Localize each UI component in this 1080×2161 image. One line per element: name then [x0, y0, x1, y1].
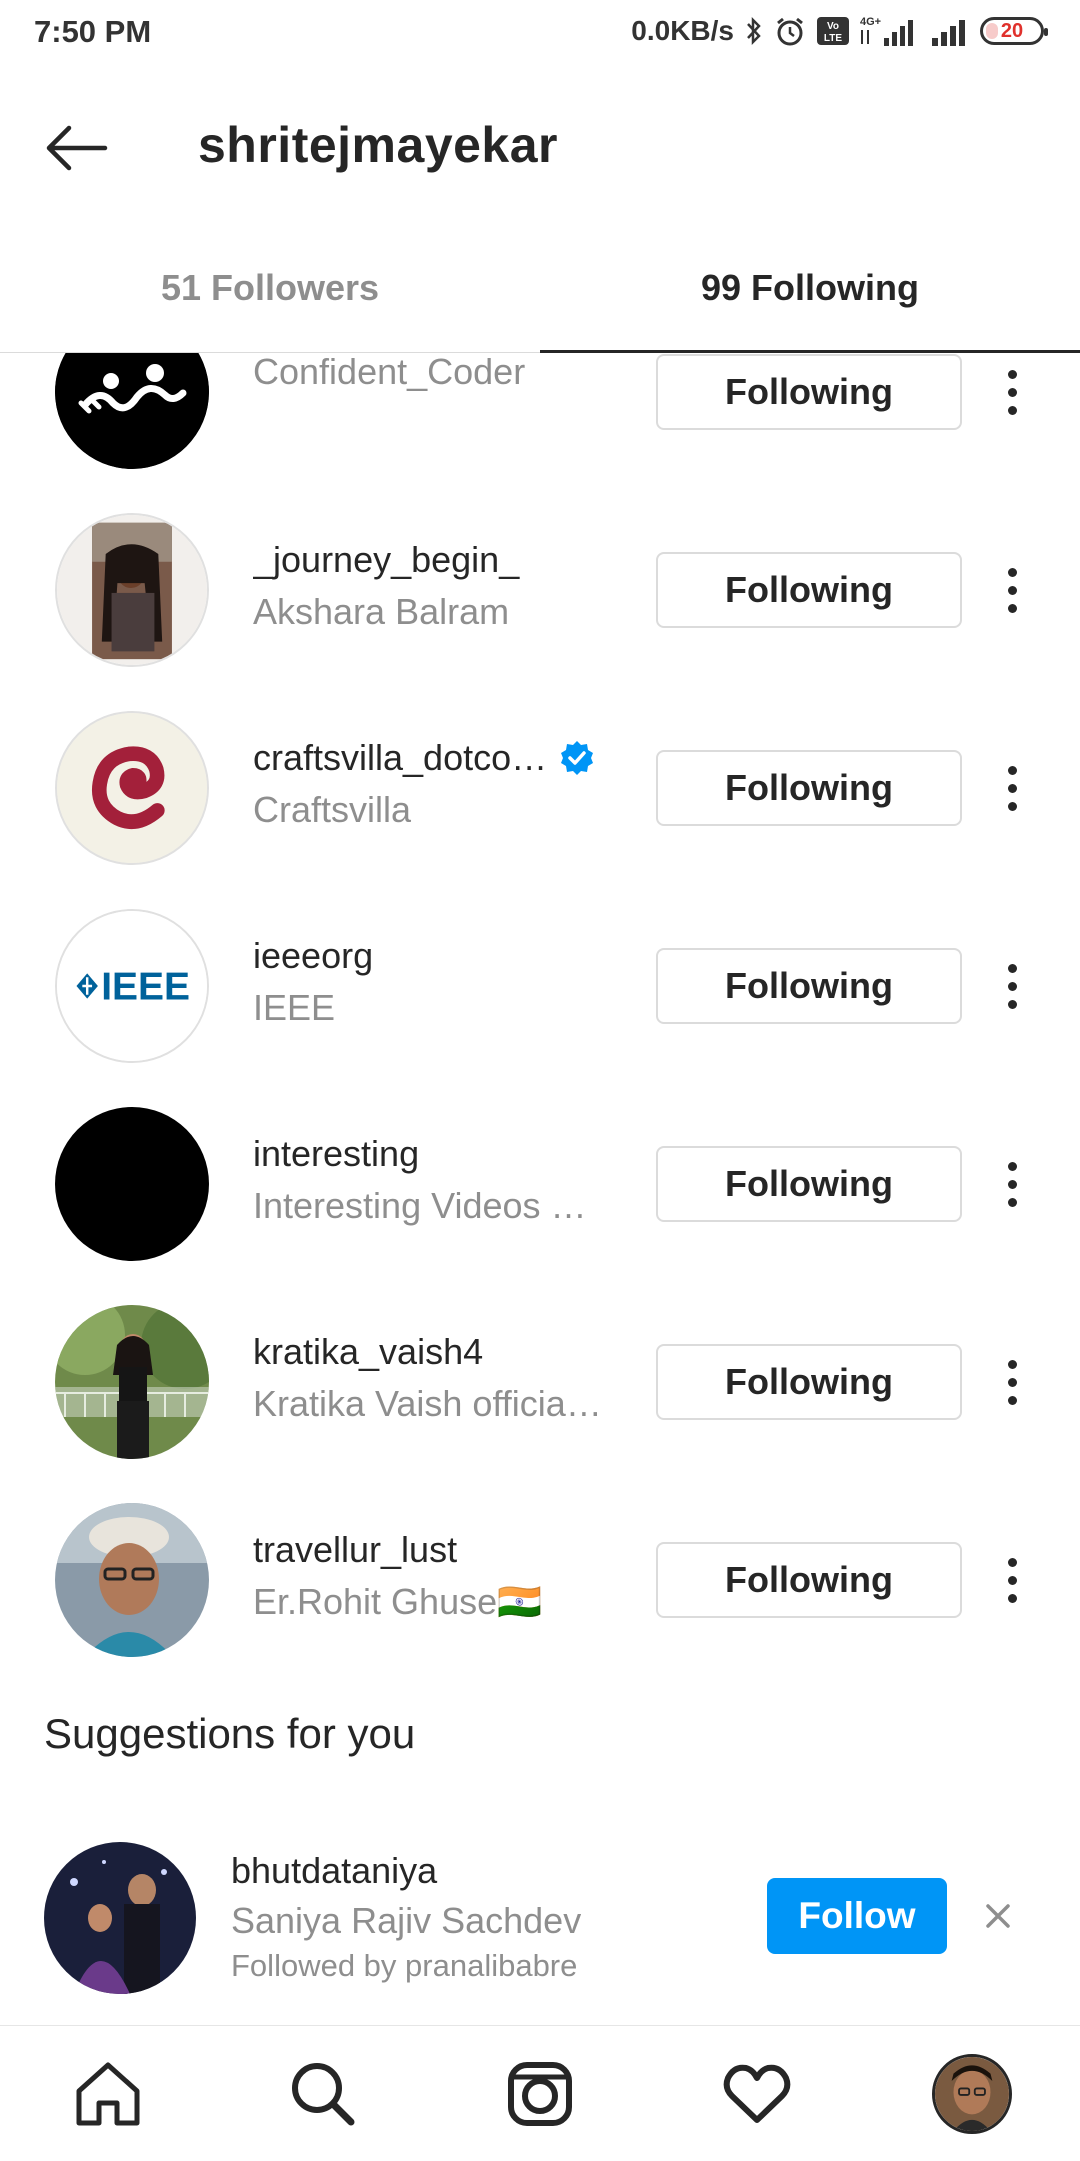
page-title: shritejmayekar [198, 117, 559, 173]
home-icon [76, 2062, 140, 2126]
follow-button[interactable]: Follow [767, 1878, 947, 1954]
more-options-button[interactable] [992, 552, 1032, 628]
kratika-photo [55, 1305, 209, 1459]
full-name: Er.Rohit Ghuse🇮🇳 [253, 1581, 542, 1622]
avatar[interactable]: IEEE [55, 909, 209, 1063]
username[interactable]: bhutdataniya [231, 1850, 581, 1892]
svg-text:Vo: Vo [827, 21, 839, 32]
journey-begin-photo [57, 515, 207, 665]
following-button[interactable]: Following [656, 948, 962, 1024]
nav-reels[interactable] [500, 2054, 580, 2134]
nav-activity[interactable] [717, 2054, 797, 2134]
avatar[interactable] [55, 711, 209, 865]
status-icons: 0.0KB/s Vo LTE 4G+ 20 [631, 14, 1048, 48]
svg-text:LTE: LTE [824, 33, 842, 44]
following-button[interactable]: Following [656, 354, 962, 430]
suggestion-item[interactable]: bhutdataniya Saniya Rajiv Sachdev Follow… [0, 1838, 1080, 2008]
status-bar: 7:50 PM 0.0KB/s Vo LTE 4G+ 20 [0, 0, 1080, 68]
more-options-button[interactable] [992, 1146, 1032, 1222]
avatar[interactable] [55, 1503, 209, 1657]
avatar[interactable] [55, 353, 209, 469]
arrow-left-icon [46, 125, 108, 171]
alarm-icon [774, 15, 806, 47]
full-name: Kratika Vaish officia… [253, 1383, 602, 1424]
avatar[interactable] [55, 1107, 209, 1261]
verified-badge-icon [561, 741, 594, 775]
craftsvilla-logo-icon [57, 713, 207, 863]
battery-level: 20 [1000, 19, 1024, 42]
username[interactable]: ieeeorg [253, 935, 633, 977]
full-name: Interesting Videos … [253, 1185, 587, 1226]
tab-followers[interactable]: 51 Followers [0, 224, 540, 352]
followed-by-text: Followed by pranalibabre [231, 1948, 578, 1983]
following-button[interactable]: Following [656, 552, 962, 628]
avatar[interactable] [55, 513, 209, 667]
following-button[interactable]: Following [656, 1344, 962, 1420]
more-options-button[interactable] [992, 354, 1032, 430]
following-button[interactable]: Following [656, 750, 962, 826]
username[interactable]: interesting [253, 1133, 633, 1175]
reels-icon [508, 2062, 572, 2126]
nav-home[interactable] [68, 2054, 148, 2134]
nav-profile[interactable] [932, 2054, 1012, 2134]
signal-4g-icon: 4G+ [860, 14, 920, 48]
username[interactable]: _journey_begin_ [253, 539, 633, 581]
ieee-logo-icon: IEEE [57, 911, 207, 1061]
more-options-button[interactable] [992, 948, 1032, 1024]
username[interactable]: travellur_lust [253, 1529, 633, 1571]
confident-coder-logo-icon [55, 353, 209, 469]
dismiss-button[interactable] [976, 1890, 1020, 1942]
more-options-button[interactable] [992, 750, 1032, 826]
full-name: Craftsvilla [253, 789, 412, 830]
network-speed: 0.0KB/s [631, 15, 734, 46]
full-name: Confident_Coder [253, 353, 526, 392]
avatar[interactable] [44, 1842, 196, 1994]
avatar[interactable] [55, 1305, 209, 1459]
full-name: IEEE [253, 987, 336, 1028]
bottom-nav [0, 2025, 1080, 2161]
full-name: Saniya Rajiv Sachdev [231, 1900, 582, 1941]
following-button[interactable]: Following [656, 1542, 962, 1618]
list-item[interactable]: _journey_begin_ Akshara Balram Following [0, 491, 1080, 689]
following-button[interactable]: Following [656, 1146, 962, 1222]
header: shritejmayekar [0, 68, 1080, 224]
suggestions-title: Suggestions for you [44, 1710, 416, 1757]
tab-following[interactable]: 99 Following [540, 224, 1080, 353]
back-button[interactable] [40, 112, 112, 184]
nav-search[interactable] [283, 2054, 363, 2134]
username[interactable]: craftsvilla_dotco… [253, 737, 633, 779]
bluetooth-icon [744, 16, 764, 46]
status-time: 7:50 PM [34, 14, 152, 49]
ieee-logo-text: IEEE [101, 966, 190, 1009]
close-icon [986, 1904, 1010, 1928]
list-item[interactable]: IEEE ieeeorg IEEE Following [0, 887, 1080, 1085]
search-icon [292, 2063, 355, 2126]
battery-icon: 20 [980, 17, 1048, 45]
follow-tabs: 51 Followers 99 Following [0, 224, 1080, 353]
list-item[interactable]: interesting Interesting Videos … Followi… [0, 1085, 1080, 1283]
heart-icon [723, 2064, 791, 2123]
signal-icon [930, 14, 970, 48]
profile-avatar [932, 2054, 1012, 2134]
bhutdataniya-photo [44, 1842, 196, 1994]
list-item[interactable]: kratika_vaish4 Kratika Vaish officia… Fo… [0, 1283, 1080, 1481]
list-item[interactable]: craftsvilla_dotco… Craftsvilla Following [0, 689, 1080, 887]
travellur-photo [55, 1503, 209, 1657]
more-options-button[interactable] [992, 1344, 1032, 1420]
list-item[interactable]: travellur_lust Er.Rohit Ghuse🇮🇳 Followin… [0, 1481, 1080, 1679]
username[interactable]: kratika_vaish4 [253, 1331, 633, 1373]
full-name: Akshara Balram [253, 591, 510, 632]
svg-text:4G+: 4G+ [860, 16, 881, 28]
following-list: confident_coder Confident_Coder Followin… [0, 353, 1080, 2023]
list-item[interactable]: confident_coder Confident_Coder Followin… [0, 353, 1080, 491]
volte-icon: Vo LTE [816, 16, 850, 46]
more-options-button[interactable] [992, 1542, 1032, 1618]
